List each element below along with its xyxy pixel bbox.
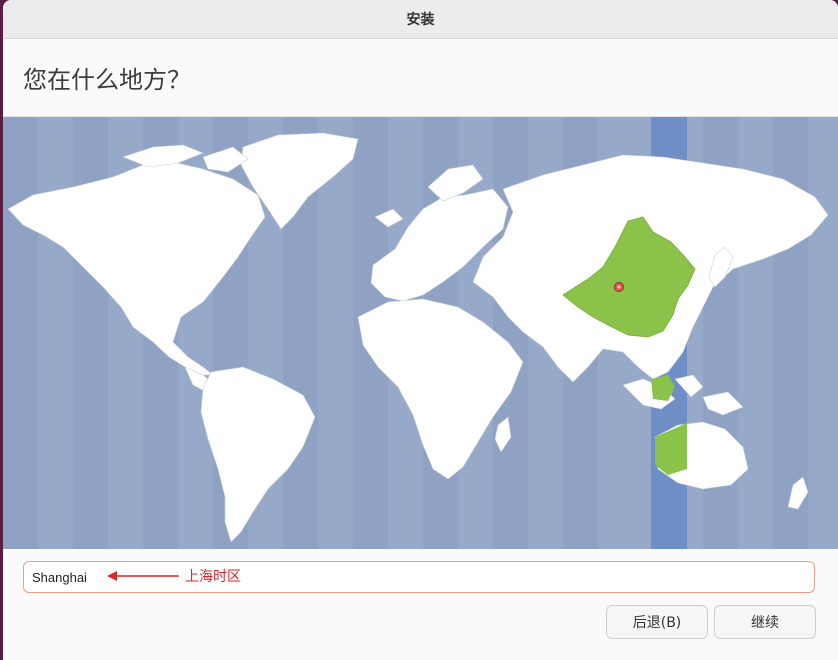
location-pin-icon[interactable] (614, 282, 624, 292)
installer-window: 安装 您在什么地方？ Shanghai 上海时区 后退(B) 继续 (3, 0, 838, 660)
arrow-left-icon (107, 571, 179, 581)
back-button[interactable]: 后退(B) (606, 605, 708, 639)
world-map-svg[interactable] (3, 117, 838, 549)
annotation-text: 上海时区 (185, 569, 241, 585)
timezone-value: Shanghai (32, 569, 87, 585)
continue-button[interactable]: 继续 (714, 605, 816, 639)
page-title: 您在什么地方？ (3, 39, 838, 117)
window-title: 安装 (3, 0, 838, 39)
world-map[interactable] (3, 117, 838, 549)
timezone-annotation: 上海时区 (107, 566, 241, 586)
